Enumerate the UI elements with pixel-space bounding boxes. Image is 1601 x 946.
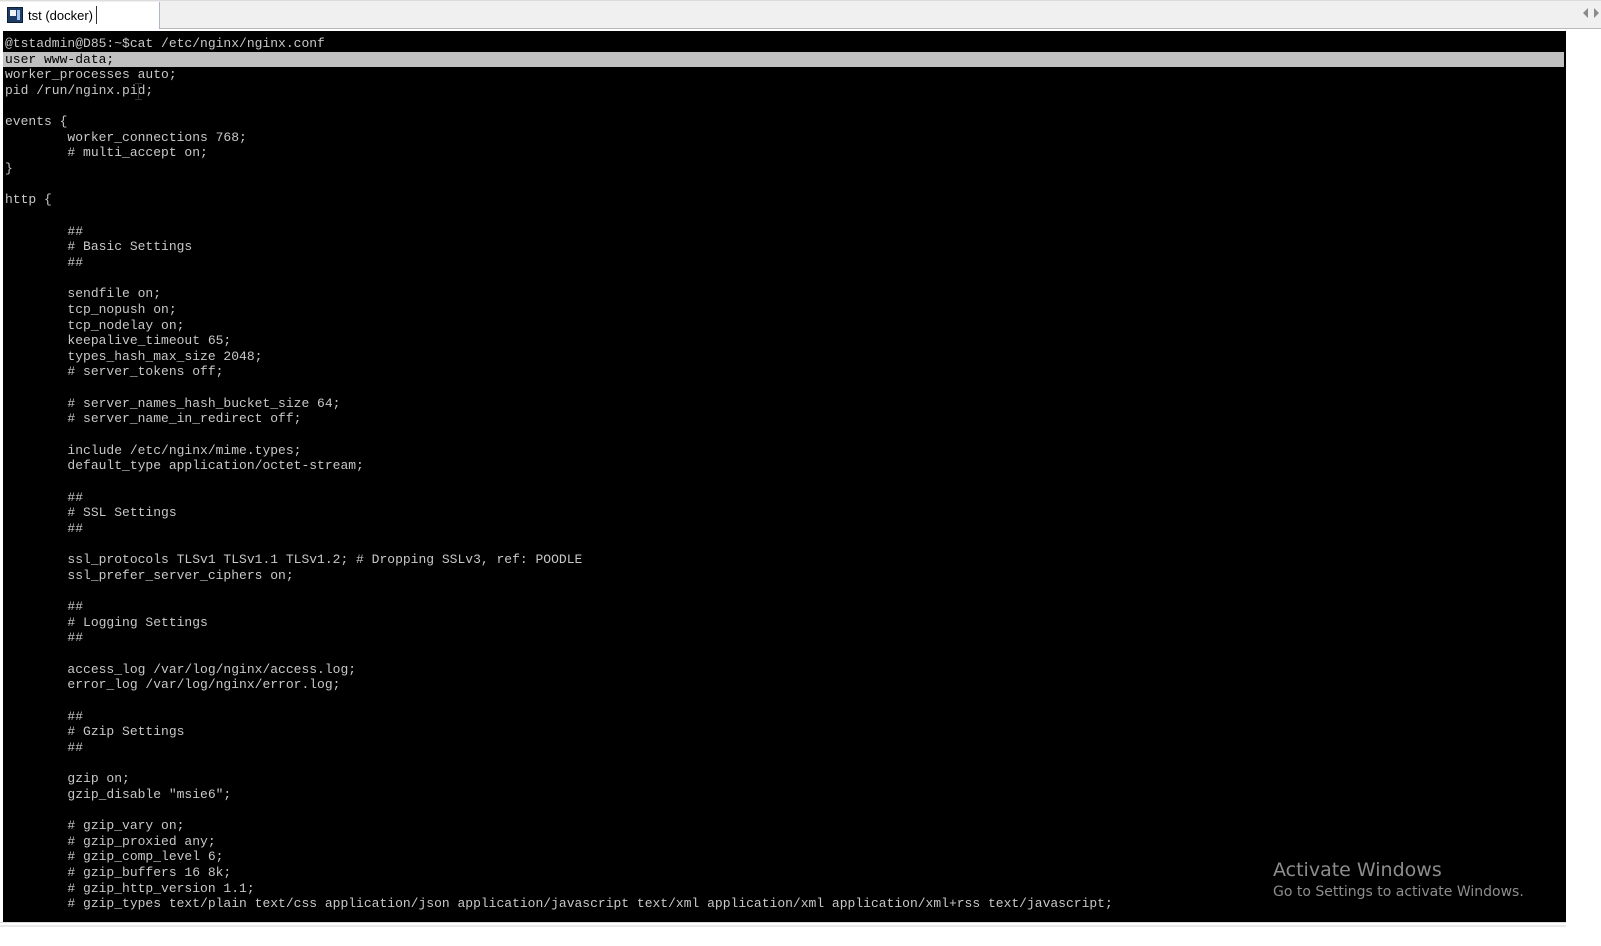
- terminal-output[interactable]: @tstadmin@D85:~$cat /etc/nginx/nginx.con…: [3, 31, 1566, 922]
- terminal-line: # Logging Settings: [5, 614, 208, 630]
- terminal-app-icon: [7, 7, 23, 23]
- terminal-line: error_log /var/log/nginx/error.log;: [5, 677, 341, 693]
- terminal-line: ##: [5, 223, 84, 239]
- scroll-left-arrow-icon[interactable]: [1583, 8, 1588, 18]
- watermark-title: Activate Windows: [1273, 859, 1442, 881]
- terminal-line: # server_name_in_redirect off;: [5, 411, 302, 427]
- terminal-line: user www-data;: [3, 51, 1564, 68]
- terminal-line: pid /run/nginx.pid;: [5, 82, 154, 98]
- scroll-right-arrow-icon[interactable]: [1594, 8, 1599, 18]
- terminal-prompt-line: @tstadmin@D85:~$cat /etc/nginx/nginx.con…: [5, 36, 325, 51]
- terminal-line: ##: [5, 254, 84, 270]
- terminal-line: ssl_protocols TLSv1 TLSv1.1 TLSv1.2; # D…: [5, 552, 583, 568]
- activate-windows-watermark: Activate Windows Go to Settings to activ…: [1273, 859, 1524, 902]
- tab-bar: tst (docker): [0, 0, 1601, 29]
- terminal-line: worker_connections 768;: [5, 129, 247, 145]
- terminal-line: types_hash_max_size 2048;: [5, 348, 263, 364]
- terminal-line: # Gzip Settings: [5, 724, 185, 740]
- terminal-line: access_log /var/log/nginx/access.log;: [5, 661, 357, 677]
- terminal-line: # gzip_proxied any;: [5, 833, 216, 849]
- window-bottom-edge: [0, 922, 1566, 946]
- terminal-lines: @tstadmin@D85:~$cat /etc/nginx/nginx.con…: [3, 36, 1564, 912]
- terminal-line: http {: [5, 192, 52, 208]
- tab-separator: [96, 6, 97, 24]
- terminal-line: ssl_prefer_server_ciphers on;: [5, 567, 294, 583]
- terminal-line: gzip_disable "msie6";: [5, 786, 232, 802]
- terminal-line: default_type application/octet-stream;: [5, 458, 364, 474]
- terminal-line: worker_processes auto;: [5, 67, 177, 83]
- terminal-line: sendfile on;: [5, 286, 162, 302]
- terminal-line: # server_tokens off;: [5, 364, 224, 380]
- terminal-line: # SSL Settings: [5, 505, 177, 521]
- session-tab-title: tst (docker): [28, 8, 94, 23]
- terminal-line: tcp_nopush on;: [5, 301, 177, 317]
- terminal-line: # multi_accept on;: [5, 145, 208, 161]
- session-tab[interactable]: tst (docker): [0, 2, 160, 29]
- terminal-line: ##: [5, 630, 84, 646]
- terminal-line: ##: [5, 599, 84, 615]
- terminal-line: gzip on;: [5, 771, 130, 787]
- watermark-subtitle: Go to Settings to activate Windows.: [1273, 884, 1524, 900]
- terminal-line: ##: [5, 739, 84, 755]
- terminal-line: ##: [5, 489, 84, 505]
- text-cursor-ibeam-icon: [135, 83, 142, 100]
- terminal-line: # server_names_hash_bucket_size 64;: [5, 395, 341, 411]
- terminal-line: }: [5, 161, 13, 177]
- terminal-line: keepalive_timeout 65;: [5, 333, 232, 349]
- terminal-line: tcp_nodelay on;: [5, 317, 185, 333]
- terminal-line: include /etc/nginx/mime.types;: [5, 442, 302, 458]
- terminal-line: ##: [5, 708, 84, 724]
- window-right-edge: [1566, 29, 1601, 945]
- tab-scroll-controls: [1583, 8, 1599, 18]
- terminal-line: events {: [5, 114, 68, 130]
- terminal-line: ##: [5, 520, 84, 536]
- terminal-line: # gzip_vary on;: [5, 818, 185, 834]
- terminal-line: # Basic Settings: [5, 239, 193, 255]
